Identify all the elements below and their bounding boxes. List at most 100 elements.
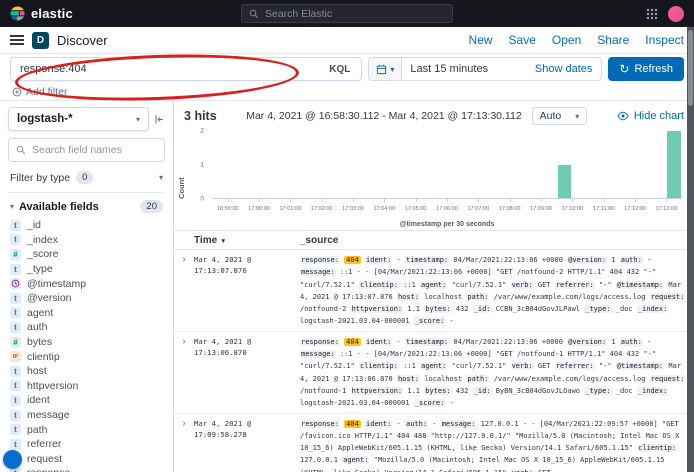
- index-pattern-select[interactable]: logstash-* ▾: [8, 107, 149, 131]
- source-field-value: -: [432, 420, 436, 428]
- available-fields-header[interactable]: ▾ Available fields 20: [8, 193, 165, 218]
- field-item-ident[interactable]: tident: [8, 393, 165, 408]
- source-field-name: @version:: [567, 338, 607, 346]
- scrollbar[interactable]: [687, 27, 694, 472]
- field-item-_score[interactable]: #_score: [8, 247, 165, 262]
- calendar-icon: [376, 64, 387, 75]
- field-item-request[interactable]: trequest: [8, 452, 165, 467]
- hide-chart-button[interactable]: Hide chart: [617, 110, 684, 122]
- field-item-agent[interactable]: tagent: [8, 306, 165, 321]
- source-field-value: /notfound-1: [300, 387, 346, 395]
- doc-rows: ›Mar 4, 2021 @ 17:13:07.876response: 404…: [174, 250, 694, 472]
- field-name: _type: [27, 263, 53, 275]
- source-field-name: _type:: [584, 387, 611, 395]
- field-item-_index[interactable]: t_index: [8, 233, 165, 248]
- source-field-name: _id:: [473, 387, 492, 395]
- source-field-name: referrer:: [555, 362, 595, 370]
- brand[interactable]: elastic: [10, 6, 73, 21]
- histogram-bar[interactable]: [558, 165, 572, 199]
- field-type-icon: t: [10, 307, 21, 318]
- available-fields-label: Available fields: [19, 201, 99, 213]
- field-item-@timestamp[interactable]: @timestamp: [8, 276, 165, 291]
- source-field-value: localhost: [424, 375, 462, 383]
- page-title: Discover: [57, 33, 108, 48]
- filter-count-badge: 0: [76, 171, 93, 184]
- field-item-referrer[interactable]: treferrer: [8, 437, 165, 452]
- chart-time-range-title: Mar 4, 2021 @ 16:58:30.112 - Mar 4, 2021…: [246, 110, 521, 122]
- time-range-label[interactable]: Last 15 minutes: [402, 63, 535, 75]
- query-input[interactable]: response:404 KQL: [10, 57, 362, 81]
- collapse-sidebar-icon[interactable]: [154, 114, 165, 125]
- doc-time: Mar 4, 2021 @ 17:13:07.876: [194, 254, 300, 328]
- fields-list: t_idt_index#_scoret_type@timestampt@vers…: [8, 218, 165, 472]
- main-panel: 3 hits Mar 4, 2021 @ 16:58:30.112 - Mar …: [174, 101, 694, 472]
- global-search-input[interactable]: Search Elastic: [241, 4, 453, 23]
- field-item-_id[interactable]: t_id: [8, 218, 165, 233]
- field-item-clientip[interactable]: IPclientip: [8, 349, 165, 364]
- interval-select[interactable]: Auto ▾: [532, 107, 588, 125]
- x-axis-tick-label: 16:59:00: [217, 206, 239, 212]
- menu-icon[interactable]: [10, 35, 24, 45]
- date-quick-select-button[interactable]: ▾: [369, 58, 402, 80]
- field-item-message[interactable]: tmessage: [8, 408, 165, 423]
- source-field-name: _type:: [584, 305, 611, 313]
- source-field-value: 1.1: [407, 387, 420, 395]
- apps-grid-icon[interactable]: [646, 8, 658, 20]
- field-item-auth[interactable]: tauth: [8, 320, 165, 335]
- hits-count: 3 hits: [184, 109, 217, 123]
- source-field-value: ::1: [403, 362, 416, 370]
- field-type-icon: t: [10, 380, 21, 391]
- doc-table-row: ›Mar 4, 2021 @ 17:13:06.870response: 404…: [174, 332, 694, 414]
- app-navbar: D Discover NewSaveOpenShareInspect: [0, 27, 694, 54]
- field-type-icon: t: [10, 220, 21, 231]
- source-field-name: auth:: [405, 420, 428, 428]
- source-field-name: referrer:: [555, 281, 595, 289]
- expand-row-icon[interactable]: ›: [174, 336, 194, 410]
- field-item-_type[interactable]: t_type: [8, 262, 165, 277]
- interval-value: Auto: [540, 110, 562, 122]
- column-header-source[interactable]: _source: [300, 235, 694, 246]
- y-axis-tick-label: 2: [200, 128, 204, 135]
- expand-row-icon[interactable]: ›: [174, 418, 194, 472]
- field-type-icon: #: [10, 337, 21, 348]
- refresh-button[interactable]: ↻ Refresh: [608, 57, 684, 81]
- x-axis-tick-label: 17:00:00: [248, 206, 270, 212]
- query-language-button[interactable]: KQL: [327, 64, 352, 75]
- field-type-icon: t: [10, 424, 21, 435]
- x-axis-tick: [416, 198, 417, 202]
- nav-action-new[interactable]: New: [469, 33, 493, 47]
- source-field-value: _doc: [616, 305, 633, 313]
- field-item-httpversion[interactable]: thttpversion: [8, 379, 165, 394]
- field-item-bytes[interactable]: #bytes: [8, 335, 165, 350]
- filter-by-type[interactable]: Filter by type 0 ▾: [8, 170, 165, 193]
- field-name: auth: [27, 321, 47, 333]
- field-item-host[interactable]: thost: [8, 364, 165, 379]
- filter-by-type-label: Filter by type: [10, 172, 70, 184]
- field-item-@version[interactable]: t@version: [8, 291, 165, 306]
- nav-action-inspect[interactable]: Inspect: [645, 33, 684, 47]
- source-field-name: httpversion:: [351, 305, 404, 313]
- nav-action-share[interactable]: Share: [597, 33, 629, 47]
- help-button[interactable]: [3, 450, 22, 469]
- source-field-value: _doc: [616, 387, 633, 395]
- expand-row-icon[interactable]: ›: [174, 254, 194, 328]
- scrollbar-thumb[interactable]: [688, 30, 693, 106]
- show-dates-button[interactable]: Show dates: [535, 63, 601, 75]
- user-avatar[interactable]: [668, 6, 684, 22]
- histogram-bar[interactable]: [667, 131, 681, 198]
- field-search-input[interactable]: Search field names: [8, 138, 165, 162]
- add-filter-label: Add filter: [26, 86, 67, 98]
- field-item-response[interactable]: tresponse: [8, 466, 165, 472]
- nav-action-save[interactable]: Save: [509, 33, 536, 47]
- field-item-path[interactable]: tpath: [8, 422, 165, 437]
- source-field-value: "curl/7.52.1": [452, 281, 507, 289]
- add-filter-button[interactable]: Add filter: [12, 86, 67, 98]
- source-field-value: -: [450, 317, 454, 325]
- field-name: message: [27, 409, 70, 421]
- x-axis-title: @timestamp per 30 seconds: [212, 221, 682, 228]
- source-field-value: /notfound-2: [300, 305, 346, 313]
- nav-action-open[interactable]: Open: [552, 33, 581, 47]
- x-axis-tick: [384, 198, 385, 202]
- column-header-time[interactable]: Time ▼: [174, 235, 300, 246]
- x-axis-tick: [259, 198, 260, 202]
